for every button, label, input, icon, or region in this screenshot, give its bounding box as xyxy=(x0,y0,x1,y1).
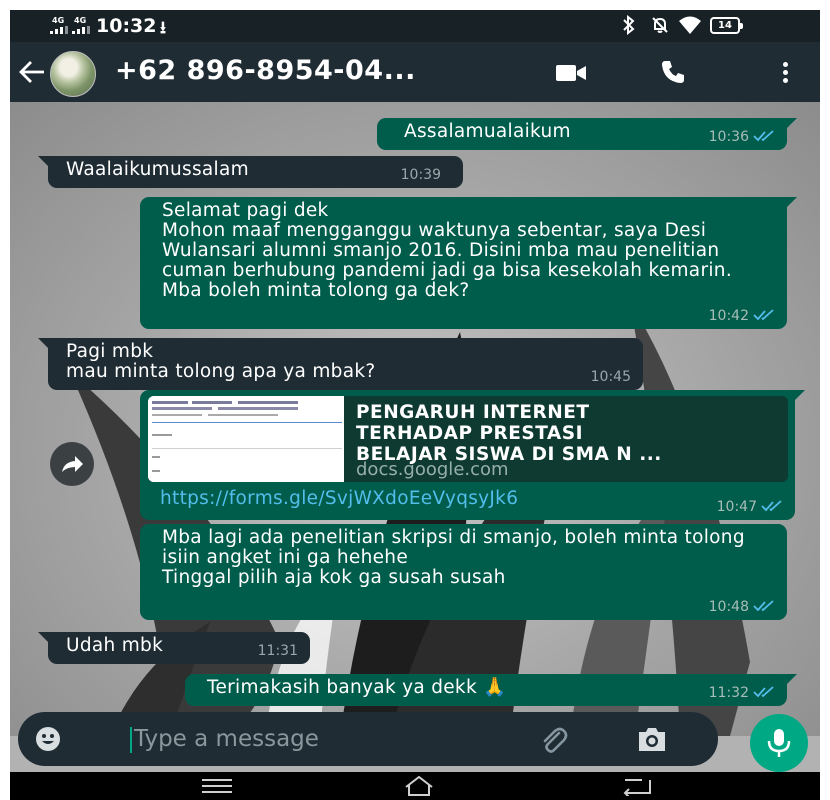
message-bubble-incoming[interactable]: Waalaikumussalam 10:39 xyxy=(38,156,463,188)
message-meta: 11:31 xyxy=(258,641,298,661)
message-bubble-outgoing[interactable]: Selamat pagi dek Mohon maaf mengganggu w… xyxy=(140,197,797,329)
message-text: Selamat pagi dek Mohon maaf mengganggu w… xyxy=(162,200,732,301)
phone-screen: 4G 4G 10:32 ⭳ 14 +62 896-8954-04... Assa… xyxy=(10,10,820,800)
signal-icon: 4G xyxy=(50,16,72,36)
message-bubble-outgoing[interactable]: Assalamualaikum 10:36 xyxy=(377,118,797,150)
message-bubble-outgoing[interactable]: Terimakasih banyak ya dekk 🙏 11:32 xyxy=(185,674,797,706)
link-preview-domain: docs.google.com xyxy=(356,459,509,480)
message-time: 10:36 xyxy=(708,129,749,145)
message-time: 10:45 xyxy=(590,369,631,385)
forward-icon xyxy=(62,456,83,472)
network-type-label: 4G xyxy=(52,16,65,25)
message-link-url[interactable]: https://forms.gle/SvjWXdoEeVyqsyJk6 xyxy=(160,489,518,509)
read-ticks-icon xyxy=(761,500,782,512)
nav-back-icon[interactable] xyxy=(622,776,652,796)
message-time: 11:32 xyxy=(708,685,749,701)
microphone-icon xyxy=(767,729,791,757)
contact-name[interactable]: +62 896-8954-04... xyxy=(115,55,416,86)
message-time: 11:31 xyxy=(257,643,298,659)
microphone-button[interactable] xyxy=(750,714,808,772)
link-preview-card[interactable]: PENGARUH INTERNET TERHADAP PRESTASI BELA… xyxy=(148,396,788,482)
message-input[interactable] xyxy=(134,721,514,757)
forward-button[interactable] xyxy=(50,442,94,486)
nav-menu-icon[interactable] xyxy=(200,777,234,795)
avatar[interactable] xyxy=(50,51,96,97)
message-text: Terimakasih banyak ya dekk 🙏 xyxy=(207,677,507,698)
battery-icon: 14 xyxy=(710,17,743,34)
message-time: 10:47 xyxy=(716,499,757,515)
message-text: Waalaikumussalam xyxy=(66,159,249,180)
attach-icon[interactable] xyxy=(538,724,568,754)
message-time: 10:39 xyxy=(400,167,441,183)
bluetooth-icon xyxy=(622,14,636,40)
read-ticks-icon xyxy=(753,309,774,321)
network-type-label: 4G xyxy=(74,16,87,25)
message-time: 10:42 xyxy=(708,308,749,324)
message-time: 10:48 xyxy=(708,599,749,615)
chat-header: +62 896-8954-04... xyxy=(10,42,820,102)
more-options-icon[interactable] xyxy=(778,59,792,87)
wifi-icon xyxy=(678,15,702,35)
read-ticks-icon xyxy=(753,130,774,142)
link-preview-thumbnail xyxy=(148,396,344,482)
message-meta: 10:48 xyxy=(709,597,777,617)
read-ticks-icon xyxy=(753,686,774,698)
voice-call-icon[interactable] xyxy=(660,59,686,85)
camera-icon[interactable] xyxy=(636,724,668,754)
message-bubble-incoming[interactable]: Pagi mbk mau minta tolong apa ya mbak? 1… xyxy=(38,338,643,390)
message-text: Pagi mbk mau minta tolong apa ya mbak? xyxy=(66,341,376,382)
message-meta: 10:47 xyxy=(717,497,785,517)
status-time: 10:32 xyxy=(96,15,157,37)
read-ticks-icon xyxy=(753,600,774,612)
signal-icon: 4G xyxy=(72,16,94,36)
message-meta: 10:36 xyxy=(709,127,777,147)
chat-area[interactable]: Assalamualaikum 10:36 Waalaikumussalam 1… xyxy=(10,102,820,736)
mute-icon xyxy=(650,15,670,39)
composer-bar xyxy=(10,712,820,772)
message-text: Mba lagi ada penelitian skripsi di smanj… xyxy=(162,527,745,588)
link-preview-title: PENGARUH INTERNET TERHADAP PRESTASI BELA… xyxy=(356,402,662,465)
upload-icon: ⭳ xyxy=(160,18,166,38)
status-bar: 4G 4G 10:32 ⭳ 14 xyxy=(10,10,820,42)
message-bubble-link[interactable]: PENGARUH INTERNET TERHADAP PRESTASI BELA… xyxy=(140,390,805,520)
message-meta: 10:42 xyxy=(709,306,777,326)
nav-home-icon[interactable] xyxy=(404,775,434,797)
message-bubble-incoming[interactable]: Udah mbk 11:31 xyxy=(38,632,310,664)
system-nav-bar xyxy=(10,772,820,800)
message-meta: 10:39 xyxy=(401,165,441,185)
emoji-icon[interactable] xyxy=(34,725,62,753)
message-input-container[interactable] xyxy=(18,712,718,766)
text-cursor xyxy=(130,727,132,753)
video-call-icon[interactable] xyxy=(556,62,588,84)
message-bubble-outgoing[interactable]: Mba lagi ada penelitian skripsi di smanj… xyxy=(140,524,787,620)
message-meta: 11:32 xyxy=(709,683,777,703)
back-arrow-icon[interactable] xyxy=(18,54,46,90)
message-meta: 10:45 xyxy=(591,367,631,387)
